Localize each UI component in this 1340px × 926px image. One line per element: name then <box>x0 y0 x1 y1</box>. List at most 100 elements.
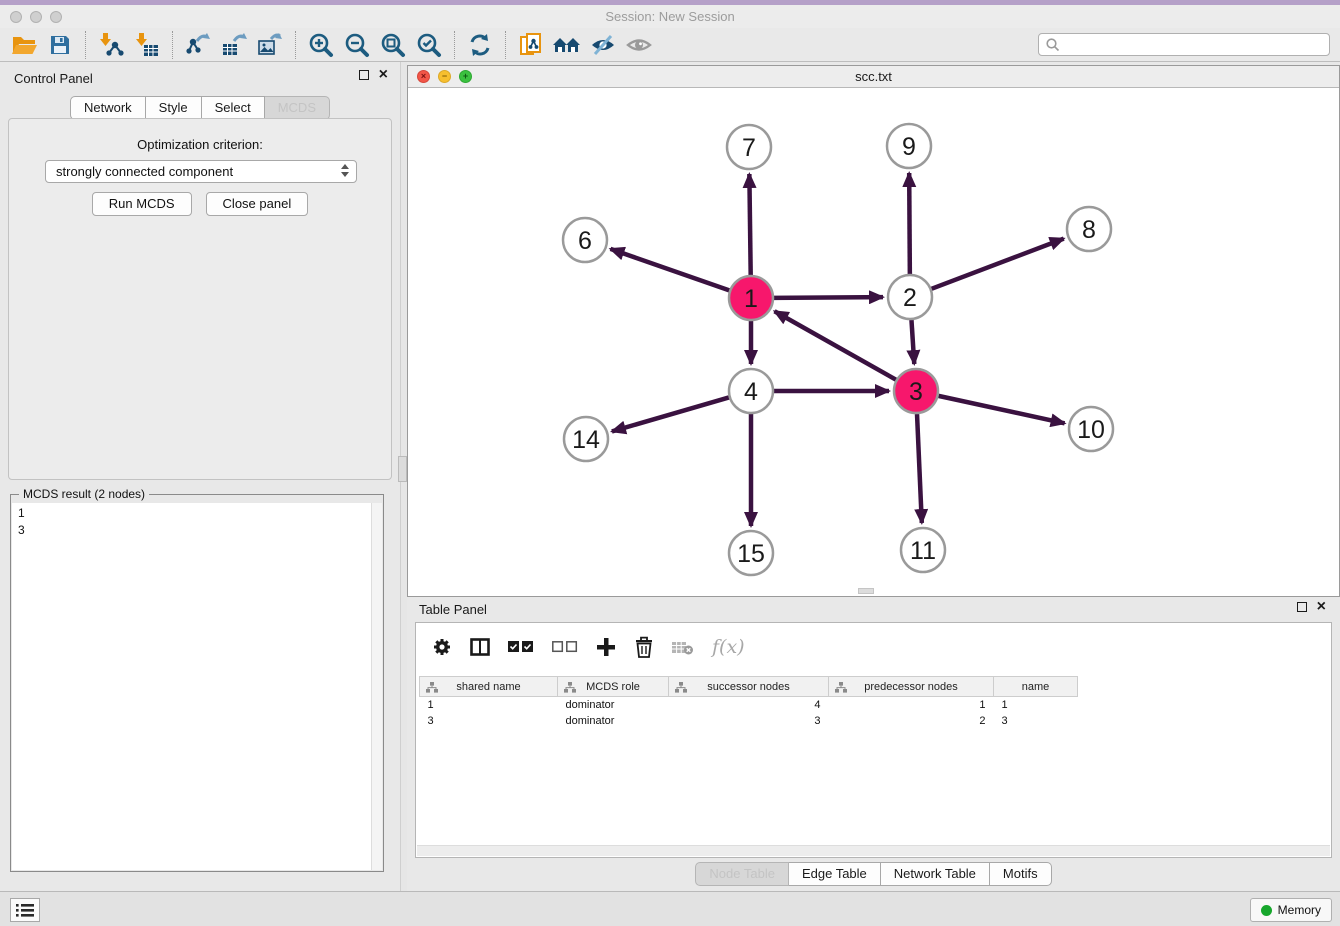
zoom-fit-button[interactable] <box>375 30 411 60</box>
control-panel-tabs: NetworkStyleSelectMCDS <box>0 96 400 120</box>
function-builder-button[interactable]: f(x) <box>712 636 745 658</box>
tab-mcds[interactable]: MCDS <box>265 96 330 120</box>
graph-node-1[interactable]: 1 <box>729 276 773 320</box>
close-table-panel-icon[interactable]: × <box>1317 602 1326 612</box>
table-cell[interactable]: dominator <box>558 697 669 713</box>
graph-edge-3-10[interactable] <box>938 396 1064 423</box>
graph-edge-1-7[interactable] <box>749 174 750 275</box>
export-network-button[interactable] <box>180 30 216 60</box>
graph-node-9[interactable]: 9 <box>887 124 931 168</box>
task-history-button[interactable] <box>10 898 40 922</box>
graph-edge-1-6[interactable] <box>610 249 729 291</box>
graph-edge-2-3[interactable] <box>911 320 914 364</box>
graph-edge-3-11[interactable] <box>917 414 922 523</box>
table-cell[interactable]: dominator <box>558 713 669 729</box>
table-tab-node-table[interactable]: Node Table <box>695 862 789 886</box>
table-cell[interactable]: 4 <box>669 697 829 713</box>
graph-edge-2-8[interactable] <box>932 239 1064 289</box>
float-table-panel-icon[interactable] <box>1297 602 1307 612</box>
result-scrollbar[interactable] <box>371 503 382 870</box>
select-all-columns-button[interactable] <box>508 641 534 653</box>
zoom-selected-button[interactable] <box>411 30 447 60</box>
import-network-button[interactable] <box>93 30 129 60</box>
first-neighbors-button[interactable] <box>549 30 585 60</box>
memory-button[interactable]: Memory <box>1250 898 1332 922</box>
table-tab-motifs[interactable]: Motifs <box>990 862 1052 886</box>
graph-node-3[interactable]: 3 <box>894 369 938 413</box>
search-input[interactable] <box>1061 34 1329 55</box>
graph-node-2[interactable]: 2 <box>888 275 932 319</box>
table-settings-button[interactable] <box>432 637 452 657</box>
toolbar-separator <box>85 31 86 59</box>
graph-node-10[interactable]: 10 <box>1069 407 1113 451</box>
graph-edge-1-2[interactable] <box>774 297 883 298</box>
graph-node-8[interactable]: 8 <box>1067 207 1111 251</box>
run-mcds-button[interactable]: Run MCDS <box>92 192 192 216</box>
tab-network[interactable]: Network <box>70 96 146 120</box>
refresh-layout-button[interactable] <box>462 30 498 60</box>
column-header-successor-nodes[interactable]: successor nodes <box>669 677 829 697</box>
table-row[interactable]: 3dominator323 <box>420 713 1078 729</box>
zoom-out-button[interactable] <box>339 30 375 60</box>
svg-text:8: 8 <box>1082 216 1096 244</box>
hide-selected-button[interactable] <box>585 30 621 60</box>
graph-node-15[interactable]: 15 <box>729 531 773 575</box>
graph-node-14[interactable]: 14 <box>564 417 608 461</box>
zoom-in-button[interactable] <box>303 30 339 60</box>
delete-column-button[interactable] <box>634 636 654 658</box>
add-column-button[interactable] <box>596 637 616 657</box>
table-cell[interactable]: 1 <box>420 697 558 713</box>
tab-select[interactable]: Select <box>202 96 265 120</box>
column-header-name[interactable]: name <box>994 677 1078 697</box>
table-cell[interactable]: 3 <box>994 713 1078 729</box>
column-header-shared-name[interactable]: shared name <box>420 677 558 697</box>
mcds-result-text[interactable]: 1 3 <box>12 503 371 870</box>
unchecked-boxes-icon <box>552 641 578 653</box>
horizontal-splitter-handle[interactable] <box>858 588 874 594</box>
table-horizontal-scrollbar[interactable] <box>417 845 1330 856</box>
network-window-title: scc.txt <box>408 69 1339 84</box>
graph-node-6[interactable]: 6 <box>563 218 607 262</box>
delete-table-button[interactable] <box>672 640 694 655</box>
control-panel-title: Control Panel <box>14 71 93 86</box>
graph-node-7[interactable]: 7 <box>727 125 771 169</box>
column-type-icon <box>426 682 438 693</box>
show-all-button[interactable] <box>621 30 657 60</box>
network-window-titlebar[interactable]: × − + scc.txt <box>408 66 1339 88</box>
export-table-button[interactable] <box>216 30 252 60</box>
import-table-button[interactable] <box>129 30 165 60</box>
criterion-value: strongly connected component <box>56 164 233 179</box>
graph-edge-4-14[interactable] <box>612 397 729 431</box>
tab-style[interactable]: Style <box>146 96 202 120</box>
graph-node-11[interactable]: 11 <box>901 528 945 572</box>
table-cell[interactable]: 2 <box>829 713 994 729</box>
table-row[interactable]: 1dominator411 <box>420 697 1078 713</box>
float-panel-icon[interactable] <box>359 70 369 80</box>
graph-node-4[interactable]: 4 <box>729 369 773 413</box>
table-tab-edge-table[interactable]: Edge Table <box>789 862 881 886</box>
svg-text:3: 3 <box>909 378 923 406</box>
clone-network-button[interactable] <box>513 30 549 60</box>
close-panel-icon[interactable]: × <box>379 70 388 80</box>
column-header-predecessor-nodes[interactable]: predecessor nodes <box>829 677 994 697</box>
export-image-button[interactable] <box>252 30 288 60</box>
deselect-all-columns-button[interactable] <box>552 641 578 653</box>
criterion-dropdown[interactable]: strongly connected component <box>45 160 357 183</box>
open-session-button[interactable] <box>6 30 42 60</box>
close-panel-button[interactable]: Close panel <box>206 192 309 216</box>
table-cell[interactable]: 3 <box>669 713 829 729</box>
column-layout-button[interactable] <box>470 638 490 656</box>
table-cell[interactable]: 1 <box>994 697 1078 713</box>
table-tab-network-table[interactable]: Network Table <box>881 862 990 886</box>
graph-edge-2-9[interactable] <box>909 173 910 274</box>
search-icon <box>1045 37 1061 53</box>
table-cell[interactable]: 1 <box>829 697 994 713</box>
save-session-button[interactable] <box>42 30 78 60</box>
column-header-MCDS-role[interactable]: MCDS role <box>558 677 669 697</box>
delete-table-icon <box>672 640 694 655</box>
vertical-splitter-handle[interactable] <box>398 456 407 482</box>
table-cell[interactable]: 3 <box>420 713 558 729</box>
graph-edge-3-1[interactable] <box>775 311 896 379</box>
network-canvas[interactable]: 7 9 6 8 1 2 4 3 14 10 15 11 <box>408 88 1339 596</box>
search-box[interactable] <box>1038 33 1330 56</box>
